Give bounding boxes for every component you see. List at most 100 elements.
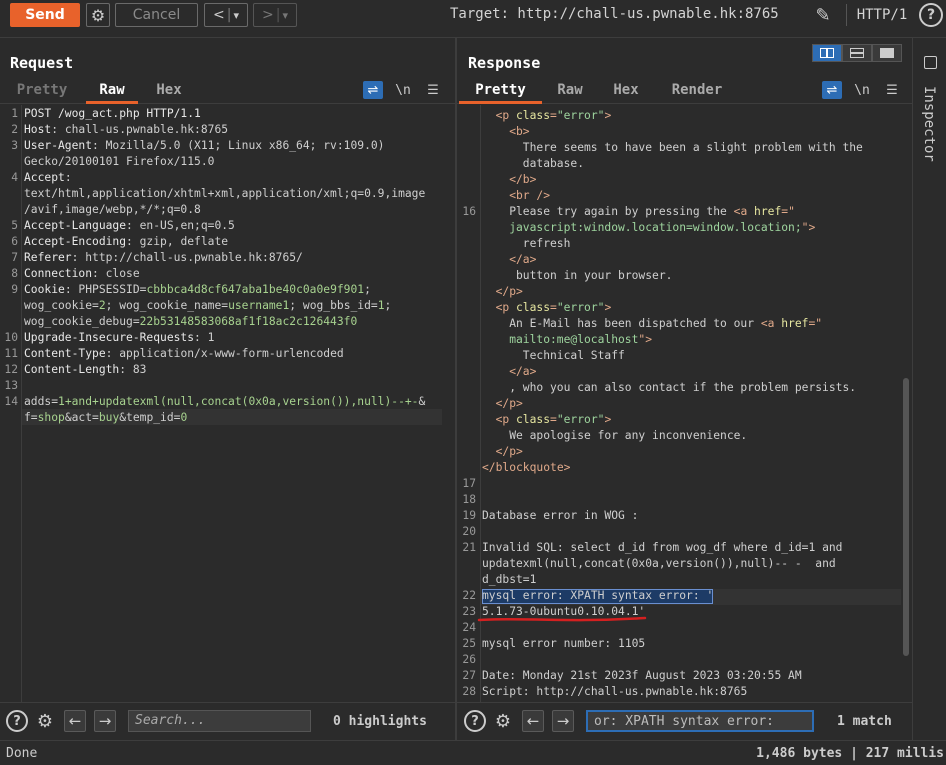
header-name: Host xyxy=(24,123,52,136)
tab-hex[interactable]: Hex xyxy=(150,82,188,104)
request-line: Host: chall-us.pwnable.hk:8765 xyxy=(24,123,228,136)
response-scrollbar[interactable] xyxy=(903,378,909,656)
cancel-button[interactable]: Cancel xyxy=(115,3,198,27)
pencil-icon[interactable]: ✎ xyxy=(812,3,834,27)
inspector-sidebar[interactable]: Inspector xyxy=(912,38,946,740)
request-editor[interactable]: 1 POST /wog_act.php HTTP/1.1 2 Host: chall-… xyxy=(0,105,455,702)
response-line: <p class="error"> xyxy=(496,413,612,426)
http-version-button[interactable]: HTTP/1 xyxy=(852,3,912,27)
header-value: : http://chall-us.pwnable.hk:8765/ xyxy=(71,251,303,264)
status-text: Done xyxy=(6,746,38,761)
split-vertical-icon[interactable] xyxy=(812,44,842,62)
header-name: Cookie xyxy=(24,283,65,296)
html-tag: = xyxy=(550,109,557,122)
next-arrow-icon[interactable]: → xyxy=(94,710,116,732)
cookie-name: wog_cookie= xyxy=(24,299,99,312)
html-tag: > xyxy=(604,301,612,314)
menu-icon[interactable]: ☰ xyxy=(423,81,443,99)
tab-hex[interactable]: Hex xyxy=(610,82,642,104)
header-name: Accept xyxy=(24,171,65,184)
tab-raw[interactable]: Raw xyxy=(554,82,586,104)
html-tag: </p> xyxy=(495,445,523,458)
text-content: database. xyxy=(522,157,585,170)
back-arrow-icon: < xyxy=(213,7,225,23)
request-footer: ? ⚙ ← → Search... 0 highlights xyxy=(0,702,455,738)
line-number: 20 xyxy=(462,525,476,538)
request-line: Cookie: PHPSESSID=cbbbca4d8cf647aba1be40… xyxy=(24,283,371,296)
forward-button[interactable]: > | ▾ xyxy=(253,3,297,27)
html-attribute: class xyxy=(516,301,551,314)
html-attribute: href xyxy=(754,205,782,218)
html-attribute: href xyxy=(781,317,809,330)
response-title: Response xyxy=(468,54,541,72)
param-value: 1+and+updatexml(null,concat(0x0a,version… xyxy=(58,395,419,408)
tab-raw[interactable]: Raw xyxy=(86,82,138,104)
request-line: Accept: xyxy=(24,171,72,184)
gear-icon[interactable]: ⚙ xyxy=(492,710,514,732)
header-value: : xyxy=(64,283,79,296)
help-icon[interactable]: ? xyxy=(6,710,28,732)
header-name: Accept-Encoding xyxy=(24,235,127,248)
text-content: An E-Mail has been dispatched to our xyxy=(509,317,761,330)
header-value: : xyxy=(64,171,72,184)
line-number: 28 xyxy=(462,685,476,698)
help-icon[interactable]: ? xyxy=(464,710,486,732)
header-name: Referer xyxy=(24,251,72,264)
request-line: text/html,application/xhtml+xml,applicat… xyxy=(24,187,425,200)
request-line: Referer: http://chall-us.pwnable.hk:8765… xyxy=(24,251,303,264)
line-number: 23 xyxy=(462,605,476,618)
help-icon[interactable]: ? xyxy=(919,3,943,27)
text-content: Database error in WOG : xyxy=(482,509,639,522)
newline-toggle[interactable]: \n xyxy=(852,81,872,99)
status-bar: Done 1,486 bytes | 217 millis xyxy=(0,740,946,765)
line-number: 22 xyxy=(462,589,476,602)
response-line: </b> xyxy=(509,173,536,186)
cookie-name: ; wog_cookie_name= xyxy=(105,299,229,312)
split-horizontal-icon[interactable] xyxy=(842,44,872,62)
text-content: updatexml(null,concat(0x0a,version()),nu… xyxy=(482,557,836,570)
prev-arrow-icon[interactable]: ← xyxy=(64,710,86,732)
single-pane-icon[interactable] xyxy=(872,44,902,62)
separator: ; xyxy=(364,283,371,296)
prev-arrow-icon[interactable]: ← xyxy=(522,710,544,732)
menu-icon[interactable]: ☰ xyxy=(882,81,902,99)
back-button[interactable]: < | ▾ xyxy=(204,3,248,27)
text-content: mysql error: XPATH syntax error: ' xyxy=(482,589,714,602)
response-line: </a> xyxy=(509,253,536,266)
line-number: 21 xyxy=(462,541,476,554)
line-number: 5 xyxy=(11,219,18,232)
gear-icon[interactable]: ⚙ xyxy=(34,710,56,732)
response-line: d_dbst=1 xyxy=(482,573,536,586)
gear-icon[interactable]: ⚙ xyxy=(86,3,110,27)
forward-arrow-icon: > xyxy=(262,7,274,23)
tab-pretty[interactable]: Pretty xyxy=(459,82,542,104)
tab-render[interactable]: Render xyxy=(668,82,726,104)
response-line: There seems to have been a slight proble… xyxy=(523,141,863,154)
wrap-lines-icon[interactable]: ⇌ xyxy=(363,81,383,99)
text-content: Please try again by pressing the xyxy=(509,205,734,218)
request-line: Content-Type: application/x-www-form-url… xyxy=(24,347,344,360)
line-number: 2 xyxy=(11,123,18,136)
response-line: updatexml(null,concat(0x0a,version()),nu… xyxy=(482,557,836,570)
text-content: , who you can also contact if the proble… xyxy=(509,381,857,394)
header-name: Accept-Language xyxy=(24,219,127,232)
text-content: Invalid SQL: select d_id from wog_df whe… xyxy=(482,541,843,554)
search-input[interactable]: or: XPATH syntax error: xyxy=(586,710,814,732)
request-line: POST /wog_act.php HTTP/1.1 xyxy=(24,107,201,120)
search-input[interactable]: Search... xyxy=(128,710,311,732)
text-content: mysql error number: 1105 xyxy=(482,637,646,650)
newline-toggle[interactable]: \n xyxy=(393,81,413,99)
line-number: 16 xyxy=(462,205,476,218)
header-name: User-Agent xyxy=(24,139,93,152)
header-name: Content-Length xyxy=(24,363,120,376)
wrap-lines-icon[interactable]: ⇌ xyxy=(822,81,842,99)
response-editor[interactable]: <p class="error"> <b> There seems to have … xyxy=(457,105,912,702)
next-arrow-icon[interactable]: → xyxy=(552,710,574,732)
html-tag: <br /> xyxy=(509,189,550,202)
tab-pretty[interactable]: Pretty xyxy=(12,82,72,104)
target-label: Target: http://chall-us.pwnable.hk:8765 xyxy=(450,6,779,22)
response-line: </p> xyxy=(496,397,523,410)
send-button[interactable]: Send xyxy=(10,3,80,27)
inspector-label[interactable]: Inspector xyxy=(921,86,937,162)
header-value: /avif,image/webp,*/*;q=0.8 xyxy=(24,203,201,216)
